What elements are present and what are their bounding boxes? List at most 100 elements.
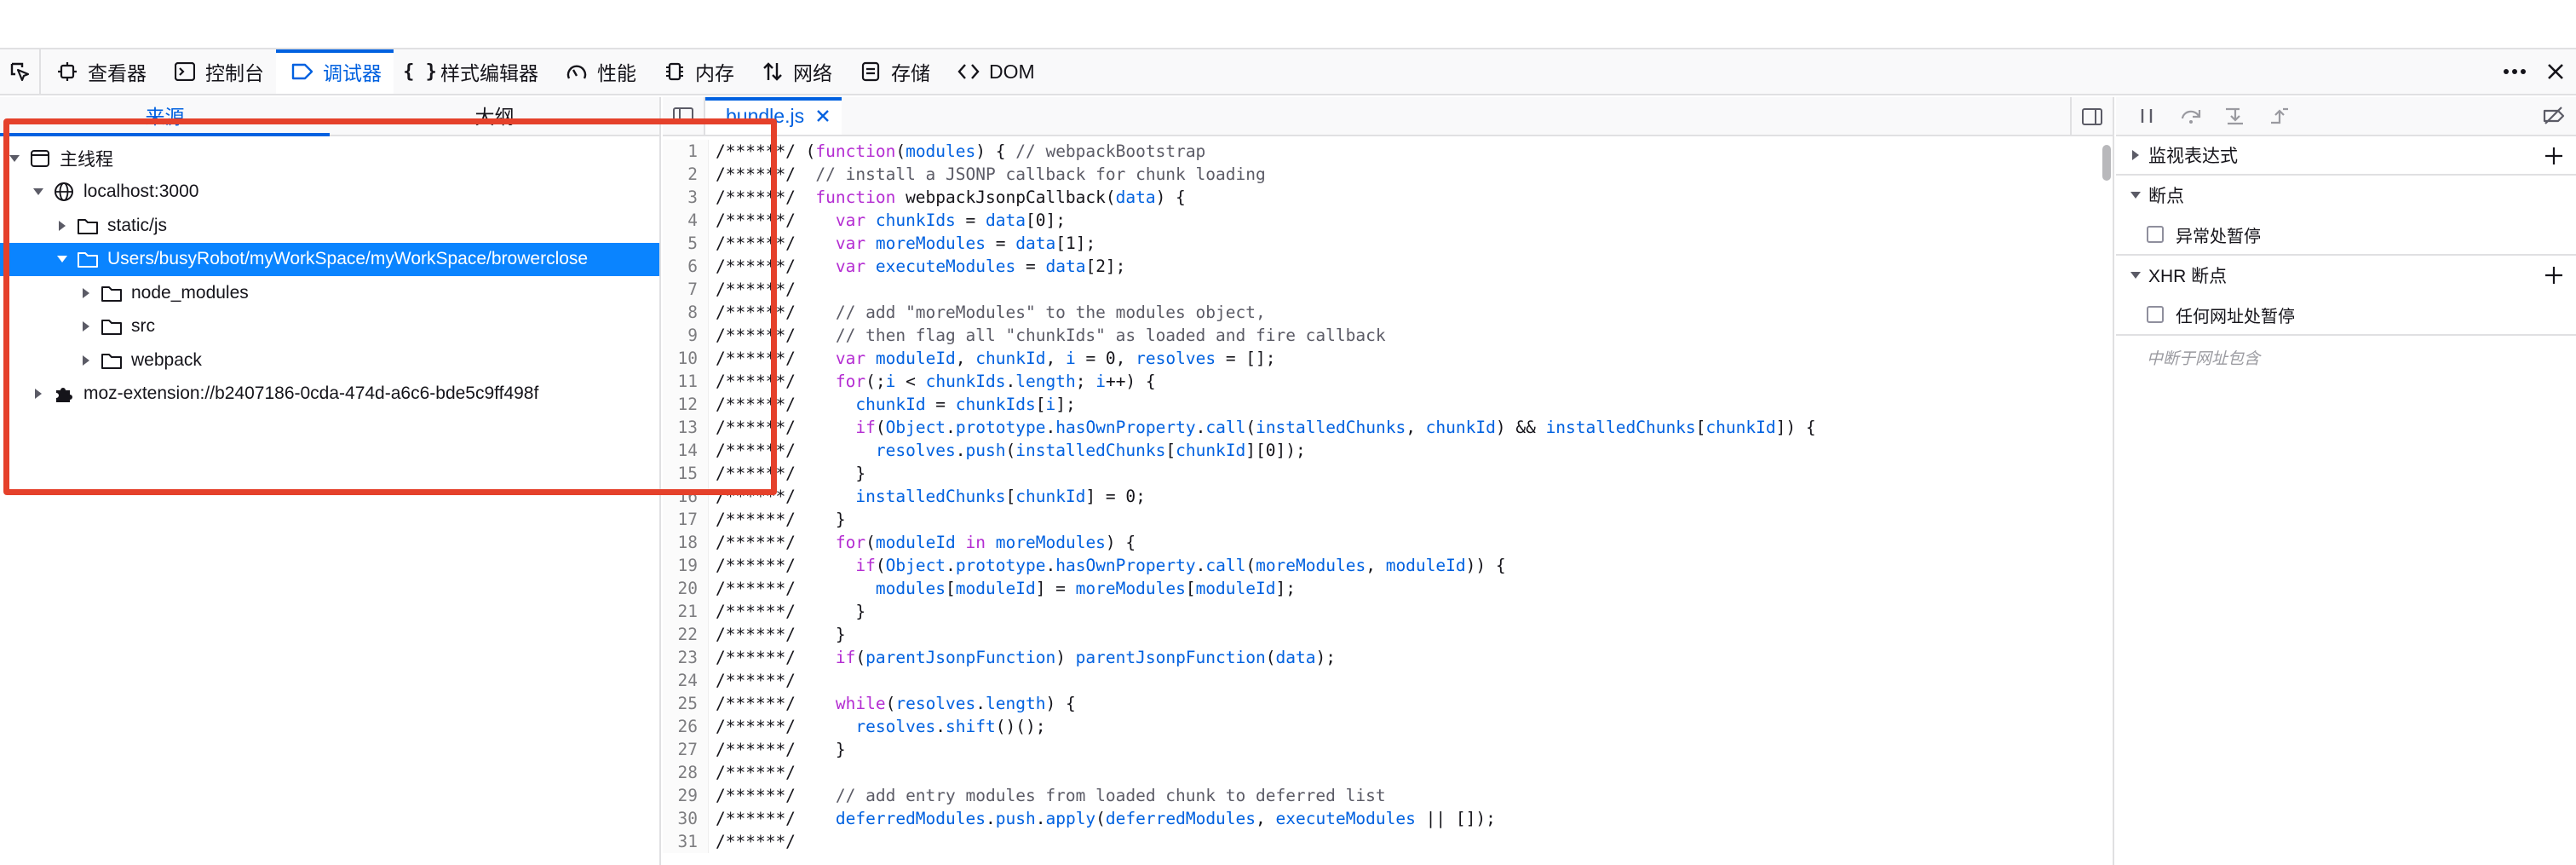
line-number[interactable]: 1 xyxy=(663,140,709,163)
code-line[interactable]: 23 /******/ if(parentJsonpFunction) paren… xyxy=(663,646,2099,669)
line-number[interactable]: 10 xyxy=(663,347,709,370)
collapsed-arrow-icon[interactable] xyxy=(29,384,48,403)
code-line[interactable]: 24 /******/ xyxy=(663,669,2099,692)
code-line[interactable]: 17 /******/ } xyxy=(663,508,2099,531)
line-number[interactable]: 29 xyxy=(663,784,709,807)
code-line[interactable]: 21 /******/ } xyxy=(663,600,2099,623)
code-line[interactable]: 14 /******/ resolves.push(installedChunks… xyxy=(663,439,2099,462)
line-number[interactable]: 21 xyxy=(663,600,709,623)
code-line[interactable]: 12 /******/ chunkId = chunkIds[i]; xyxy=(663,393,2099,416)
code-line[interactable]: 26 /******/ resolves.shift()(); xyxy=(663,715,2099,738)
tab-debugger[interactable]: 调试器 xyxy=(276,49,394,94)
line-number[interactable]: 5 xyxy=(663,232,709,255)
expanded-arrow-icon[interactable] xyxy=(29,182,48,201)
pause-on-any-url-option[interactable]: 任何网址处暂停 xyxy=(2116,295,2576,336)
code-line[interactable]: 16 /******/ installedChunks[chunkId] = 0; xyxy=(663,485,2099,508)
code-line[interactable]: 22 /******/ } xyxy=(663,623,2099,646)
code-line[interactable]: 28 /******/ xyxy=(663,761,2099,784)
tree-item-folder-selected[interactable]: Users/busyRobot/myWorkSpace/myWorkSpace/… xyxy=(0,242,659,276)
tab-outline[interactable]: 大纲 xyxy=(330,97,659,135)
tab-network[interactable]: 网络 xyxy=(746,49,844,94)
close-tab-icon[interactable] xyxy=(816,109,830,123)
line-number[interactable]: 27 xyxy=(663,738,709,761)
code-line[interactable]: 15 /******/ } xyxy=(663,462,2099,485)
line-number[interactable]: 20 xyxy=(663,577,709,600)
expanded-arrow-icon[interactable] xyxy=(53,250,72,268)
add-xhr-breakpoint-icon[interactable] xyxy=(2544,265,2564,291)
line-number[interactable]: 11 xyxy=(663,370,709,393)
line-number[interactable]: 22 xyxy=(663,623,709,646)
tab-console[interactable]: 控制台 xyxy=(158,49,276,94)
code-line[interactable]: 13 /******/ if(Object.prototype.hasOwnPro… xyxy=(663,416,2099,439)
line-number[interactable]: 15 xyxy=(663,462,709,485)
expanded-arrow-icon[interactable] xyxy=(5,149,24,168)
code-line[interactable]: 20 /******/ modules[moduleId] = moreModul… xyxy=(663,577,2099,600)
tree-item-main-thread[interactable]: 主线程 xyxy=(0,141,659,176)
line-number[interactable]: 13 xyxy=(663,416,709,439)
close-devtools-button[interactable] xyxy=(2535,49,2576,95)
line-number[interactable]: 6 xyxy=(663,255,709,278)
line-number[interactable]: 19 xyxy=(663,554,709,577)
tab-memory[interactable]: 内存 xyxy=(648,49,746,94)
element-picker-button[interactable] xyxy=(0,49,41,94)
breakpoints-header[interactable]: 断点 xyxy=(2116,176,2576,215)
line-number[interactable]: 30 xyxy=(663,807,709,830)
tab-inspector[interactable]: 查看器 xyxy=(41,49,158,94)
line-number[interactable]: 25 xyxy=(663,692,709,715)
line-number[interactable]: 4 xyxy=(663,209,709,232)
code-line[interactable]: 25 /******/ while(resolves.length) { xyxy=(663,692,2099,715)
code-line[interactable]: 1 /******/ (function(modules) { // webpac… xyxy=(663,140,2099,163)
code-line[interactable]: 5 /******/ var moreModules = data[1]; xyxy=(663,232,2099,255)
pause-button[interactable] xyxy=(2125,96,2169,136)
toggle-sources-panel-button[interactable] xyxy=(663,97,705,135)
line-number[interactable]: 2 xyxy=(663,163,709,186)
editor-tab-bundle[interactable]: bundle.js xyxy=(705,97,842,135)
scrollbar-thumb[interactable] xyxy=(2102,145,2111,181)
add-watch-icon[interactable] xyxy=(2544,146,2564,171)
line-number[interactable]: 24 xyxy=(663,669,709,692)
code-line[interactable]: 8 /******/ // add "moreModules" to the mo… xyxy=(663,301,2099,324)
code-line[interactable]: 29 /******/ // add entry modules from loa… xyxy=(663,784,2099,807)
code-line[interactable]: 27 /******/ } xyxy=(663,738,2099,761)
step-in-button[interactable] xyxy=(2213,96,2257,136)
pause-on-exceptions-option[interactable]: 异常处暂停 xyxy=(2116,215,2576,256)
deactivate-breakpoints-button[interactable] xyxy=(2532,96,2576,136)
tree-item-folder[interactable]: node_modules xyxy=(0,276,659,310)
url-contains-input[interactable]: 中断于网址包含 xyxy=(2116,336,2576,378)
code-line[interactable]: 11 /******/ for(;i < chunkIds.length; i++… xyxy=(663,370,2099,393)
line-number[interactable]: 31 xyxy=(663,830,709,853)
collapsed-arrow-icon[interactable] xyxy=(77,284,95,303)
step-over-button[interactable] xyxy=(2169,96,2213,136)
code-line[interactable]: 10 /******/ var moduleId, chunkId, i = 0,… xyxy=(663,347,2099,370)
code-line[interactable]: 4 /******/ var chunkIds = data[0]; xyxy=(663,209,2099,232)
pause-on-exceptions-checkbox[interactable] xyxy=(2147,226,2164,243)
collapsed-arrow-icon[interactable] xyxy=(77,317,95,336)
tab-storage[interactable]: 存储 xyxy=(844,49,942,94)
code-line[interactable]: 2 /******/ // install a JSONP callback fo… xyxy=(663,163,2099,186)
code-area[interactable]: 1 /******/ (function(modules) { // webpac… xyxy=(663,140,2099,865)
step-out-button[interactable] xyxy=(2257,96,2302,136)
line-number[interactable]: 8 xyxy=(663,301,709,324)
collapsed-arrow-icon[interactable] xyxy=(77,351,95,370)
code-line[interactable]: 3 /******/ function webpackJsonpCallback(… xyxy=(663,186,2099,209)
line-number[interactable]: 12 xyxy=(663,393,709,416)
pause-on-any-url-checkbox[interactable] xyxy=(2147,306,2164,323)
code-line[interactable]: 9 /******/ // then flag all "chunkIds" as… xyxy=(663,324,2099,347)
code-line[interactable]: 19 /******/ if(Object.prototype.hasOwnPro… xyxy=(663,554,2099,577)
line-number[interactable]: 17 xyxy=(663,508,709,531)
tree-item-folder[interactable]: src xyxy=(0,310,659,344)
tab-sources[interactable]: 来源 xyxy=(0,97,330,136)
line-number[interactable]: 16 xyxy=(663,485,709,508)
line-number[interactable]: 18 xyxy=(663,531,709,554)
editor-scrollbar[interactable] xyxy=(2102,145,2111,861)
tree-item-folder[interactable]: webpack xyxy=(0,343,659,378)
line-number[interactable]: 23 xyxy=(663,646,709,669)
watch-expressions-header[interactable]: 监视表达式 xyxy=(2116,136,2576,176)
line-number[interactable]: 3 xyxy=(663,186,709,209)
tab-dom[interactable]: DOM xyxy=(942,49,1047,94)
xhr-breakpoints-header[interactable]: XHR 断点 xyxy=(2116,256,2576,295)
code-line[interactable]: 30 /******/ deferredModules.push.apply(de… xyxy=(663,807,2099,830)
tab-performance[interactable]: 性能 xyxy=(550,49,648,94)
code-line[interactable]: 6 /******/ var executeModules = data[2]; xyxy=(663,255,2099,278)
line-number[interactable]: 7 xyxy=(663,278,709,301)
